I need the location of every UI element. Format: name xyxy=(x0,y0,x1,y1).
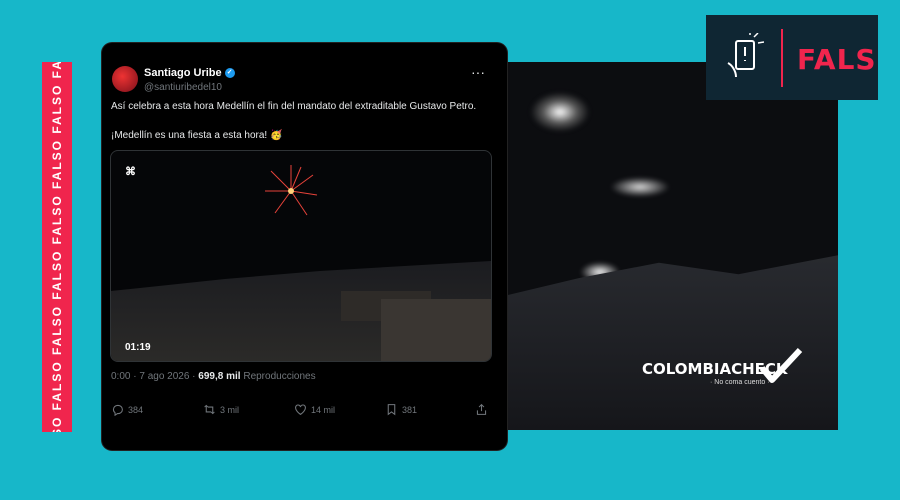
side-strip-text: FALSO FALSO FALSO FALSO FALSO FALSO FALS… xyxy=(50,62,64,432)
bookmark-button[interactable]: 381 xyxy=(385,403,417,416)
bookmark-icon xyxy=(387,404,396,416)
repost-count: 3 mil xyxy=(220,404,240,415)
share-button[interactable] xyxy=(475,403,488,416)
tweet-timestamp[interactable]: 0:00 · 7 ago 2026 · xyxy=(111,371,198,382)
avatar[interactable] xyxy=(112,66,138,92)
tweet-video[interactable]: ⌘ 01:19 xyxy=(110,150,492,362)
author-handle[interactable]: @santiuribedel10 xyxy=(144,82,222,93)
tweet-text-line-1: Así celebra a esta hora Medellín el fin … xyxy=(111,101,477,112)
bookmark-count: 381 xyxy=(402,404,418,415)
repost-button[interactable]: 3 mil xyxy=(203,403,239,416)
share-icon xyxy=(476,403,487,415)
more-options-icon[interactable]: ··· xyxy=(471,64,485,80)
badge-divider xyxy=(781,29,783,87)
phone-warning-icon xyxy=(727,33,764,78)
repost-icon xyxy=(204,404,215,415)
views-count: 699,8 mil xyxy=(198,371,241,382)
firework-graphic xyxy=(265,165,318,216)
falso-badge: FALSO xyxy=(706,15,878,100)
tweet-text-line-2: ¡Medellín es una fiesta a esta hora! 🥳 xyxy=(111,130,283,141)
app-logo-icon: ⌘ xyxy=(125,166,136,178)
author-name[interactable]: Santiago Uribe ✓ xyxy=(144,67,235,79)
like-count: 14 mil xyxy=(311,404,336,415)
colombiacheck-logo: COLOMBIACHECK · No coma cuento · xyxy=(642,347,803,386)
views-label: Reproducciones xyxy=(240,371,316,382)
reply-count: 384 xyxy=(128,404,144,415)
video-duration: 01:19 xyxy=(125,342,151,353)
tweet-card: Santiago Uribe ✓ @santiuribedel10 ··· Así… xyxy=(102,43,507,450)
falso-label: FALSO xyxy=(797,43,900,76)
tweet-meta: 0:00 · 7 ago 2026 · 699,8 mil Reproducci… xyxy=(111,371,316,382)
tweet-actions: 384 3 mil 14 mil 381 xyxy=(111,403,491,423)
reply-button[interactable]: 384 xyxy=(111,403,143,416)
like-button[interactable]: 14 mil xyxy=(294,403,335,416)
heart-icon xyxy=(295,404,306,416)
falso-side-strip: FALSO FALSO FALSO FALSO FALSO FALSO FALS… xyxy=(42,62,72,432)
verified-badge-icon: ✓ xyxy=(224,68,235,79)
checkmark-icon xyxy=(759,347,803,383)
reply-icon xyxy=(112,404,123,416)
